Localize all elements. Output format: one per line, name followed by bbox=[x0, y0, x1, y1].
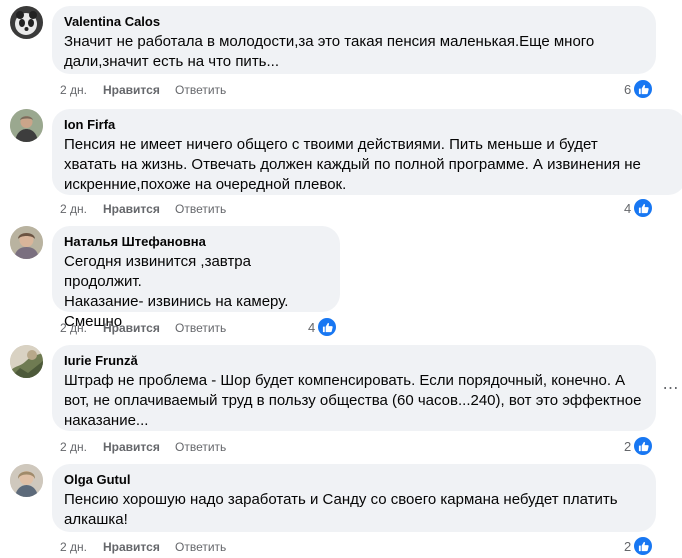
avatar[interactable] bbox=[10, 464, 43, 497]
like-button[interactable]: Нравится bbox=[103, 201, 160, 217]
like-button[interactable]: Нравится bbox=[103, 539, 160, 555]
comment-time[interactable]: 2 дн. bbox=[60, 201, 87, 217]
comment-time[interactable]: 2 дн. bbox=[60, 439, 87, 455]
avatar[interactable] bbox=[10, 226, 43, 259]
comment-text: Штраф не проблема - Шор будет компенсиро… bbox=[64, 372, 642, 429]
comment-bubble: Наталья Штефановна Сегодня извинится ,за… bbox=[52, 226, 340, 330]
like-count-number: 2 bbox=[624, 438, 632, 454]
like-count[interactable]: 6 bbox=[624, 79, 654, 99]
like-count[interactable]: 4 bbox=[308, 317, 338, 337]
comment-time[interactable]: 2 дн. bbox=[60, 539, 87, 555]
like-thumb-icon bbox=[633, 198, 654, 218]
comment-bubble: Valentina Calos Значит не работала в мол… bbox=[52, 6, 656, 74]
like-thumb-icon bbox=[317, 317, 338, 337]
comment-author[interactable]: Ion Firfa bbox=[64, 117, 674, 133]
like-thumb-icon bbox=[633, 79, 654, 99]
reply-button[interactable]: Ответить bbox=[175, 539, 226, 555]
more-options-icon[interactable]: ⋯ bbox=[662, 381, 679, 397]
avatar[interactable] bbox=[10, 345, 43, 378]
like-thumb-icon bbox=[633, 436, 654, 456]
comment-text: Пенсию хорошую надо заработать и Санду с… bbox=[64, 491, 618, 528]
like-count[interactable]: 2 bbox=[624, 436, 654, 456]
like-thumb-icon bbox=[633, 536, 654, 556]
like-button[interactable]: Нравится bbox=[103, 320, 160, 336]
comment-time[interactable]: 2 дн. bbox=[60, 320, 87, 336]
comment-text: Значит не работала в молодости,за это та… bbox=[64, 33, 595, 70]
like-count-number: 6 bbox=[624, 81, 632, 97]
comment-bubble: Ion Firfa Пенсия не имеет ничего общего … bbox=[52, 109, 682, 195]
reply-button[interactable]: Ответить bbox=[175, 201, 226, 217]
like-button[interactable]: Нравится bbox=[103, 82, 160, 98]
reply-button[interactable]: Ответить bbox=[175, 320, 226, 336]
like-button[interactable]: Нравится bbox=[103, 439, 160, 455]
avatar[interactable] bbox=[10, 6, 43, 39]
comment-bubble: Iurie Frunză Штраф не проблема - Шор буд… bbox=[52, 345, 656, 431]
like-count-number: 4 bbox=[308, 319, 316, 335]
like-count[interactable]: 4 bbox=[624, 198, 654, 218]
comment-author[interactable]: Valentina Calos bbox=[64, 14, 644, 30]
reply-button[interactable]: Ответить bbox=[175, 439, 226, 455]
comment-time[interactable]: 2 дн. bbox=[60, 82, 87, 98]
comment-author[interactable]: Iurie Frunză bbox=[64, 353, 644, 369]
reply-button[interactable]: Ответить bbox=[175, 82, 226, 98]
like-count-number: 4 bbox=[624, 200, 632, 216]
comment-author[interactable]: Olga Gutul bbox=[64, 472, 644, 488]
avatar[interactable] bbox=[10, 109, 43, 142]
like-count[interactable]: 2 bbox=[624, 536, 654, 556]
comment-author[interactable]: Наталья Штефановна bbox=[64, 234, 328, 250]
like-count-number: 2 bbox=[624, 538, 632, 554]
comment-bubble: Olga Gutul Пенсию хорошую надо заработат… bbox=[52, 464, 656, 532]
comment-text: Пенсия не имеет ничего общего с твоими д… bbox=[64, 136, 641, 193]
